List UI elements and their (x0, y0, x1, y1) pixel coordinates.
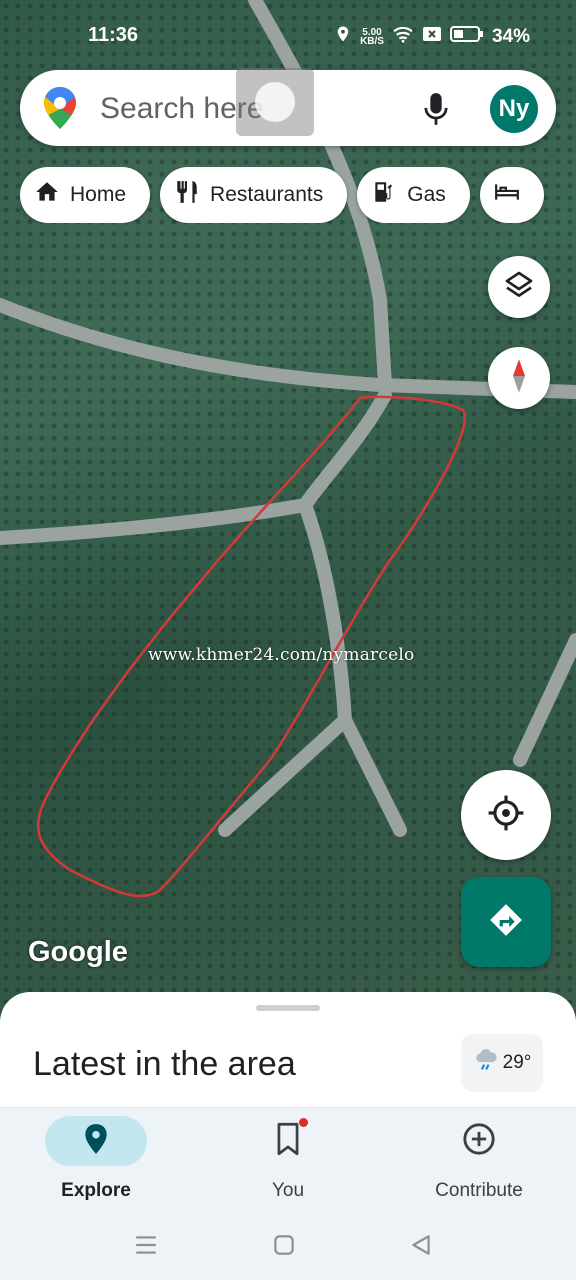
location-pin-icon (83, 1123, 109, 1160)
sim-blocked-icon (422, 26, 442, 47)
network-speed: 5.00 KB/S (360, 27, 384, 47)
status-bar: 11:36 5.00 KB/S 34% (0, 18, 576, 56)
chip-home-label: Home (70, 183, 127, 206)
touch-dot (255, 82, 295, 122)
nav-explore[interactable]: Explore (21, 1116, 171, 1202)
menu-icon[interactable] (133, 1232, 159, 1258)
back-icon[interactable] (408, 1232, 434, 1258)
chip-restaurants-label: Restaurants (210, 183, 324, 206)
google-maps-pin-logo (44, 87, 76, 134)
road-east (513, 633, 576, 767)
layers-icon (503, 269, 535, 306)
sheet-title: Latest in the area (33, 1045, 296, 1083)
status-icons: 5.00 KB/S 34% (334, 24, 530, 49)
chip-home[interactable]: Home (20, 167, 151, 223)
road-south (298, 498, 407, 837)
bookmark-icon (274, 1117, 308, 1161)
layers-button[interactable] (488, 256, 550, 318)
my-location-button[interactable] (461, 770, 551, 860)
battery-icon (449, 25, 484, 48)
plus-circle-icon (462, 1122, 496, 1161)
fork-knife-icon (174, 179, 200, 211)
weather-chip[interactable]: 29° (461, 1034, 543, 1092)
map-view[interactable]: www.khmer24.com/nymarcelo Google (0, 0, 576, 1010)
cloud-rain-icon (473, 1047, 499, 1079)
google-attribution: Google (28, 936, 128, 968)
chip-gas[interactable]: Gas (357, 167, 470, 223)
chip-restaurants[interactable]: Restaurants (160, 167, 348, 223)
bed-icon (494, 179, 520, 211)
nav-explore-label: Explore (61, 1180, 131, 1201)
category-chips: Home Restaurants Gas (20, 167, 576, 223)
watermark-text: www.khmer24.com/nymarcelo (148, 645, 415, 665)
nav-you-label: You (271, 1180, 305, 1201)
touch-indicator (236, 68, 314, 136)
temperature: 29° (502, 1052, 532, 1073)
nav-contribute-label: Contribute (435, 1180, 523, 1201)
chip-gas-label: Gas (407, 183, 446, 206)
directions-icon (487, 901, 525, 944)
directions-button[interactable] (461, 877, 551, 967)
road-diagonal (0, 388, 392, 545)
nav-contribute-pill (428, 1116, 530, 1166)
gas-station-icon (371, 179, 397, 211)
nav-explore-pill (45, 1116, 147, 1166)
account-avatar[interactable]: Ny (490, 85, 538, 133)
status-time: 11:36 (88, 24, 139, 46)
home-button-icon[interactable] (271, 1232, 297, 1258)
road-layer (0, 0, 576, 898)
chip-hotels[interactable] (479, 167, 544, 223)
wifi-icon (392, 25, 414, 48)
compass-icon (505, 358, 533, 399)
nav-you-pill (237, 1116, 339, 1166)
crosshair-icon (487, 794, 525, 837)
notification-dot (299, 1117, 308, 1127)
nav-contribute[interactable]: Contribute (404, 1116, 554, 1202)
home-icon (34, 179, 60, 211)
nav-you[interactable]: You (213, 1116, 363, 1202)
network-speed-unit: KB/S (360, 35, 384, 47)
microphone-icon[interactable] (422, 92, 450, 131)
battery-percentage: 34% (491, 25, 530, 47)
compass-button[interactable] (488, 347, 550, 409)
system-navigation-bar (0, 1211, 576, 1280)
location-status-icon (334, 24, 352, 49)
sheet-drag-handle[interactable] (256, 1005, 320, 1011)
bottom-navigation: Explore You Contribute (0, 1107, 576, 1211)
bottom-sheet[interactable]: Latest in the area 29° (0, 992, 576, 1112)
